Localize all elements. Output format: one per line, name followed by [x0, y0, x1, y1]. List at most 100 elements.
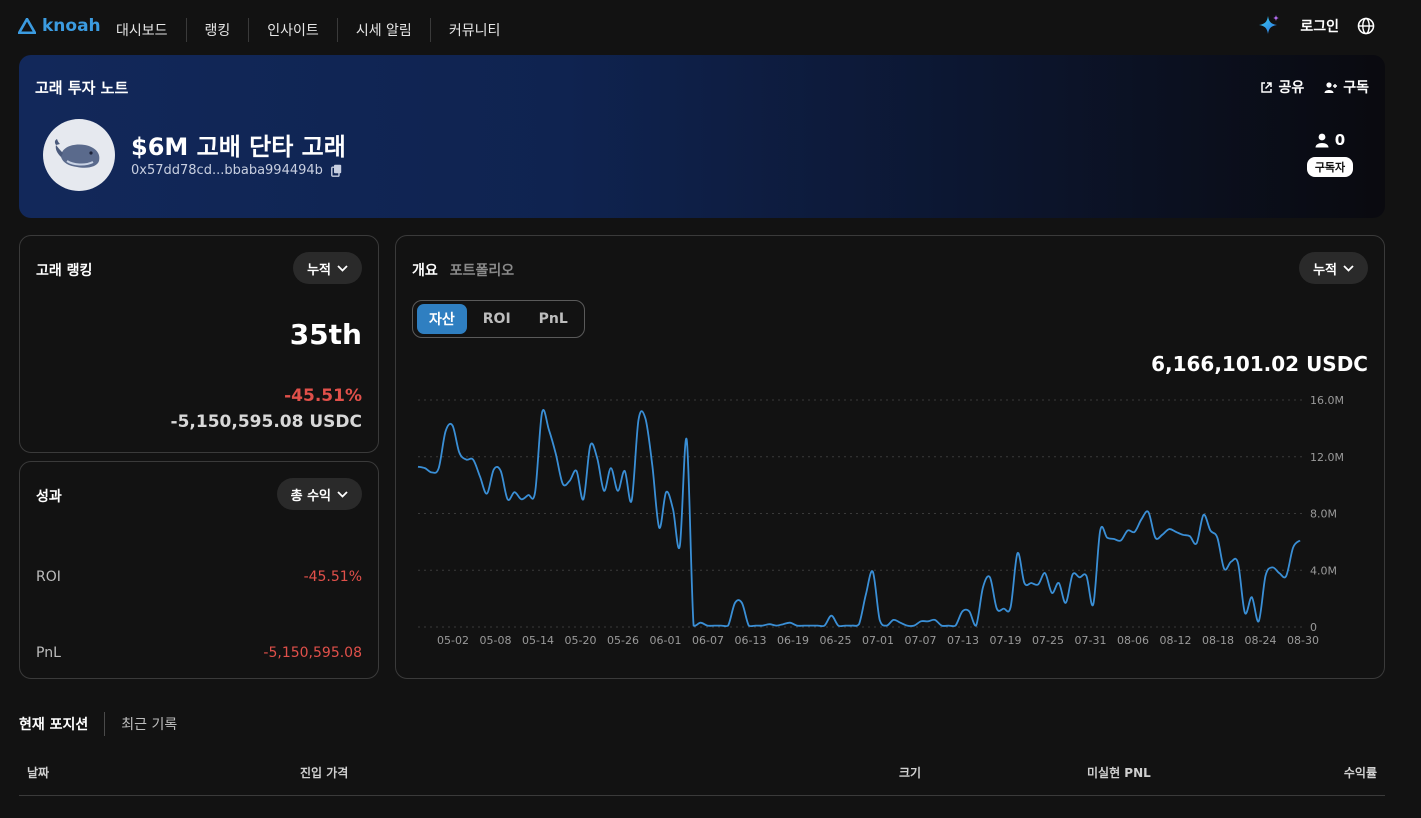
col-return-rate: 수익률 — [1343, 766, 1377, 780]
nav-item-dashboard[interactable]: 대시보드 — [98, 20, 186, 40]
ranking-title: 고래 랭킹 — [36, 263, 93, 279]
y-tick-label: 16.0M — [1310, 394, 1344, 407]
top-nav: knoah 대시보드 랭킹 인사이트 시세 알림 커뮤니티 로그인 — [0, 0, 1421, 55]
performance-title: 성과 — [36, 489, 62, 505]
col-size: 크기 — [899, 766, 922, 780]
x-tick-label: 05-20 — [565, 634, 597, 647]
x-tick-label: 08-30 — [1287, 634, 1319, 647]
copy-icon[interactable] — [331, 164, 342, 177]
ranking-roi: -45.51% — [284, 386, 362, 406]
x-tick-label: 06-13 — [735, 634, 767, 647]
perf-pnl-value: -5,150,595.08 — [263, 645, 362, 661]
x-axis-labels: 05-02 05-08 05-14 05-20 05-26 06-01 06-07 06-13… — [437, 634, 1319, 647]
tab-current-positions[interactable]: 현재 포지션 — [19, 714, 104, 734]
col-entry-price: 진입 가격 — [300, 766, 349, 780]
x-tick-label: 05-08 — [480, 634, 512, 647]
tab-recent-history[interactable]: 최근 기록 — [105, 714, 177, 734]
whale-profile-banner: 고래 투자 노트 공유 구독 $6M 고배 단타 고래 0x57dd78cd..… — [19, 55, 1385, 218]
x-tick-label: 05-26 — [607, 634, 639, 647]
x-tick-label: 07-07 — [905, 634, 937, 647]
rank-value: 35th — [289, 318, 362, 351]
x-tick-label: 06-01 — [650, 634, 682, 647]
overview-tabs: 개요 포트폴리오 — [412, 260, 514, 280]
x-tick-label: 08-06 — [1117, 634, 1149, 647]
main-menu: 대시보드 랭킹 인사이트 시세 알림 커뮤니티 — [98, 18, 518, 42]
subscribe-label: 구독 — [1343, 80, 1369, 96]
chevron-down-icon — [337, 490, 348, 498]
share-button[interactable]: 공유 — [1260, 77, 1304, 97]
performance-type-dropdown[interactable]: 총 수익 — [276, 478, 362, 510]
segment-roi[interactable]: ROI — [471, 306, 523, 332]
banner-actions: 공유 구독 — [1260, 77, 1369, 97]
subscriber-count: 0 — [1307, 131, 1353, 149]
whale-name: $6M 고배 단타 고래 — [131, 133, 346, 161]
x-tick-label: 05-14 — [522, 634, 554, 647]
nav-right: 로그인 — [1256, 13, 1375, 39]
whale-icon — [54, 139, 100, 168]
banner-title: 고래 투자 노트 — [35, 79, 129, 97]
user-icon — [1315, 133, 1329, 147]
x-tick-label: 08-18 — [1202, 634, 1234, 647]
perf-roi-value: -45.51% — [303, 569, 362, 585]
x-tick-label: 05-02 — [437, 634, 469, 647]
chevron-down-icon — [1343, 264, 1354, 272]
chevron-down-icon — [337, 264, 348, 272]
wallet-address-text: 0x57dd78cd...bbaba994494b — [131, 163, 323, 178]
y-tick-label: 4.0M — [1310, 564, 1337, 577]
nav-item-insight[interactable]: 인사이트 — [249, 20, 337, 40]
positions-table-header: 날짜 진입 가격 크기 미실현 PNL 수익률 — [19, 762, 1385, 796]
nav-item-price-alert[interactable]: 시세 알림 — [338, 20, 430, 40]
subscriber-badge: 구독자 — [1307, 157, 1353, 177]
x-tick-label: 07-31 — [1075, 634, 1107, 647]
nav-item-ranking[interactable]: 랭킹 — [187, 20, 249, 40]
overview-period-dropdown[interactable]: 누적 — [1299, 252, 1368, 284]
x-tick-label: 07-25 — [1032, 634, 1064, 647]
overview-period-value: 누적 — [1313, 262, 1337, 278]
segment-assets[interactable]: 자산 — [417, 304, 467, 334]
col-date: 날짜 — [27, 766, 50, 780]
performance-card: 성과 총 수익 ROI -45.51% PnL -5,150,595.08 — [19, 461, 379, 679]
perf-pnl-label: PnL — [36, 645, 61, 661]
share-label: 공유 — [1278, 80, 1305, 96]
brand-logo[interactable]: knoah — [18, 16, 101, 36]
perf-pnl-row: PnL -5,150,595.08 — [36, 645, 362, 661]
nav-item-community[interactable]: 커뮤니티 — [431, 20, 519, 40]
x-tick-label: 07-01 — [862, 634, 894, 647]
y-tick-label: 8.0M — [1310, 508, 1337, 521]
ranking-period-value: 누적 — [307, 262, 331, 278]
asset-series-line — [417, 409, 1301, 628]
subscribe-button[interactable]: 구독 — [1324, 77, 1369, 97]
x-tick-label: 06-25 — [820, 634, 852, 647]
subscriber-info: 0 구독자 — [1307, 131, 1353, 177]
metric-segmented-control: 자산 ROI PnL — [412, 300, 585, 338]
x-tick-label: 07-19 — [990, 634, 1022, 647]
perf-roi-label: ROI — [36, 569, 61, 585]
y-axis-labels: 16.0M 12.0M 8.0M 4.0M 0 — [1310, 394, 1344, 634]
y-tick-label: 0 — [1310, 621, 1317, 634]
globe-icon[interactable] — [1357, 17, 1375, 35]
segment-pnl[interactable]: PnL — [527, 306, 580, 332]
x-tick-label: 06-07 — [692, 634, 724, 647]
x-tick-label: 07-13 — [947, 634, 979, 647]
overview-card: 개요 포트폴리오 누적 자산 ROI PnL 6,166,101.02 USDC… — [395, 235, 1385, 679]
whale-avatar — [43, 119, 115, 191]
whale-ranking-card: 고래 랭킹 누적 35th -45.51% -5,150,595.08 USDC — [19, 235, 379, 453]
sparkle-ai-icon[interactable] — [1256, 13, 1282, 39]
x-tick-label: 08-24 — [1245, 634, 1277, 647]
subscriber-count-value: 0 — [1334, 131, 1346, 149]
x-tick-label: 08-12 — [1160, 634, 1192, 647]
add-user-icon — [1324, 81, 1338, 93]
brand-name: knoah — [42, 16, 101, 36]
total-asset-value: 6,166,101.02 USDC — [1151, 352, 1368, 376]
asset-line-chart: 16.0M 12.0M 8.0M 4.0M 0 05-02 05-08 05-14 05-20… — [417, 394, 1344, 647]
tab-portfolio[interactable]: 포트폴리오 — [450, 260, 514, 280]
performance-type-value: 총 수익 — [290, 488, 331, 504]
logo-icon — [18, 18, 36, 34]
wallet-address: 0x57dd78cd...bbaba994494b — [131, 163, 342, 178]
ranking-pnl: -5,150,595.08 USDC — [170, 412, 362, 432]
tab-overview[interactable]: 개요 — [412, 260, 438, 280]
ranking-period-dropdown[interactable]: 누적 — [293, 252, 362, 284]
x-tick-label: 06-19 — [777, 634, 809, 647]
login-button[interactable]: 로그인 — [1300, 16, 1339, 36]
col-unrealized-pnl: 미실현 PNL — [1087, 766, 1151, 780]
